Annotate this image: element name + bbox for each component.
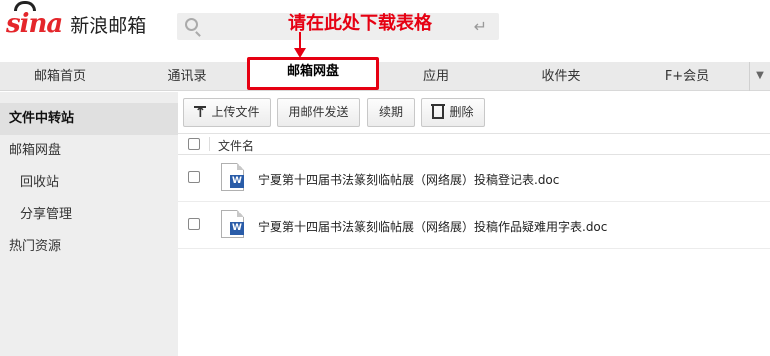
main-nav: 邮箱首页 通讯录 邮箱网盘 应用 收件夹 F+会员 ▼	[0, 57, 770, 91]
file-row[interactable]: W 宁夏第十四届书法篆刻临帖展（网络展）投稿登记表.doc	[178, 155, 770, 202]
send-by-mail-label: 用邮件发送	[288, 105, 349, 119]
sidebar: 文件中转站 邮箱网盘 回收站 分享管理 热门资源	[0, 92, 178, 356]
file-name[interactable]: 宁夏第十四届书法篆刻临帖展（网络展）投稿登记表.doc	[258, 171, 559, 188]
column-divider	[209, 137, 210, 151]
tab-apps[interactable]: 应用	[380, 62, 492, 91]
sidebar-item-recycle-bin[interactable]: 回收站	[0, 167, 178, 199]
file-name[interactable]: 宁夏第十四届书法篆刻临帖展（网络展）投稿作品疑难用字表.doc	[258, 218, 607, 235]
tab-mail-home[interactable]: 邮箱首页	[0, 62, 120, 91]
logo-eye-icon	[14, 1, 36, 11]
tab-fplus-member[interactable]: F+会员	[628, 62, 746, 91]
annotation-text: 请在此处下载表格	[288, 13, 432, 34]
enter-icon[interactable]: ↵	[474, 17, 487, 36]
header: sina 新浪邮箱 ↵ 请在此处下载表格	[0, 0, 770, 62]
file-checkbox[interactable]	[188, 171, 200, 183]
delete-button[interactable]: 删除	[421, 98, 485, 127]
select-all-checkbox[interactable]	[188, 138, 200, 150]
upload-button[interactable]: 上传文件	[183, 98, 271, 127]
sidebar-item-share-manage[interactable]: 分享管理	[0, 199, 178, 231]
logo-brand: sina	[6, 9, 63, 39]
tab-mail-drive[interactable]: 邮箱网盘	[247, 57, 379, 90]
file-checkbox[interactable]	[188, 218, 200, 230]
tab-contacts[interactable]: 通讯录	[128, 62, 246, 91]
logo-text: 新浪邮箱	[70, 14, 147, 37]
file-row[interactable]: W 宁夏第十四届书法篆刻临帖展（网络展）投稿作品疑难用字表.doc	[178, 202, 770, 249]
toolbar: 上传文件 用邮件发送 续期 删除	[178, 92, 770, 132]
trash-icon	[431, 104, 446, 119]
search-icon	[185, 18, 198, 31]
renew-button[interactable]: 续期	[367, 98, 415, 127]
column-filename-header[interactable]: 文件名	[218, 137, 254, 154]
chevron-down-icon[interactable]: ▼	[749, 62, 770, 91]
sidebar-item-mail-drive[interactable]: 邮箱网盘	[0, 135, 178, 167]
tab-inbox-folder[interactable]: 收件夹	[497, 62, 625, 91]
sidebar-item-file-transfer[interactable]: 文件中转站	[0, 103, 178, 135]
upload-label: 上传文件	[211, 105, 260, 119]
file-list-header: 文件名	[178, 133, 770, 155]
delete-label: 删除	[449, 105, 474, 119]
sidebar-item-hot-resources[interactable]: 热门资源	[0, 231, 178, 263]
word-doc-icon: W	[221, 163, 244, 191]
sina-mail-logo[interactable]: sina 新浪邮箱	[6, 1, 147, 39]
upload-icon	[194, 105, 207, 121]
renew-label: 续期	[378, 105, 403, 119]
word-doc-icon: W	[221, 210, 244, 238]
send-by-mail-button[interactable]: 用邮件发送	[277, 98, 360, 127]
